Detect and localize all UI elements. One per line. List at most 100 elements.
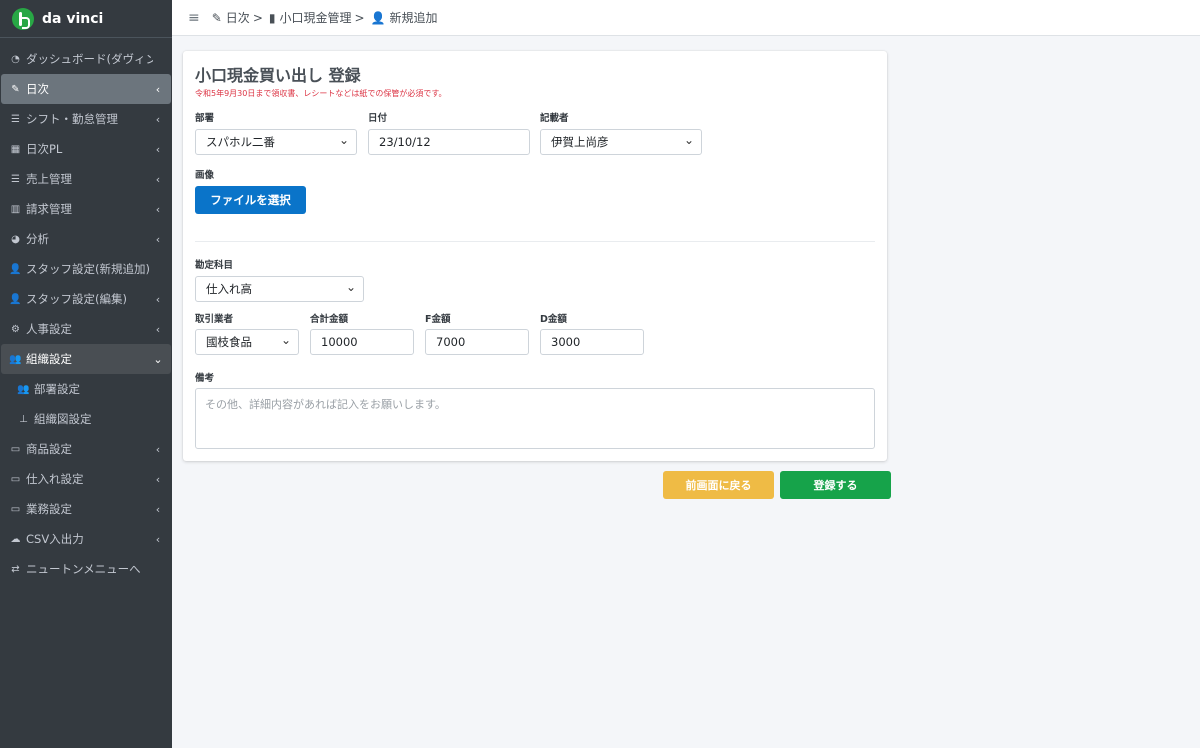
sidebar-item-daily[interactable]: ✎ 日次 ‹ [1, 74, 171, 104]
submit-button[interactable]: 登録する [780, 471, 891, 499]
chevron-left-icon: ‹ [155, 322, 161, 336]
date-label: 日付 [368, 113, 388, 124]
remarks-textarea[interactable]: その他、詳細内容があれば記入をお願いします。 [195, 388, 875, 449]
sidebar-item-staff-edit[interactable]: 👤 スタッフ設定(編集) ‹ [1, 284, 171, 314]
f-amount-input[interactable]: 7000 [425, 329, 529, 355]
account-select[interactable]: 仕入れ高 [195, 276, 364, 302]
chevron-left-icon: ‹ [155, 202, 161, 216]
sidebar-item-billing[interactable]: ▥ 請求管理 ‹ [1, 194, 171, 224]
breadcrumb-item-petty-cash[interactable]: 小口現金管理 [279, 9, 351, 26]
sidebar-item-label: 請求管理 [26, 202, 72, 216]
section-divider [195, 241, 875, 242]
list-icon: ☰ [11, 113, 20, 125]
remarks-label: 備考 [195, 373, 215, 384]
d-amount-label: D金額 [540, 314, 567, 325]
sidebar-item-label: 仕入れ設定 [26, 472, 84, 486]
account-label: 勘定科目 [195, 260, 234, 271]
sidebar-item-hr[interactable]: ⚙ 人事設定 ‹ [1, 314, 171, 344]
dashboard-icon: ◔ [11, 53, 20, 65]
writer-select[interactable]: 伊賀上尚彦 [540, 129, 702, 155]
file-icon: ▮ [268, 10, 276, 25]
sidebar-item-staff-new[interactable]: 👤 スタッフ設定(新規追加) [1, 254, 171, 284]
sidebar-item-sales[interactable]: ☰ 売上管理 ‹ [1, 164, 171, 194]
sidebar-item-label: シフト・勤怠管理 [26, 112, 118, 126]
chevron-left-icon: ‹ [155, 292, 161, 306]
chevron-down-icon: ⌄ [153, 352, 163, 366]
chevron-left-icon: ‹ [155, 232, 161, 246]
sidebar-item-department[interactable]: 👥 部署設定 [1, 374, 171, 404]
d-amount-value: 3000 [551, 335, 581, 349]
calculator-icon: ▦ [10, 143, 21, 155]
sidebar-item-label: 組織図設定 [34, 412, 92, 426]
sidebar-item-label: 分析 [26, 232, 49, 246]
total-amount-value: 10000 [321, 335, 358, 349]
total-amount-input[interactable]: 10000 [310, 329, 414, 355]
writer-label: 記載者 [540, 113, 569, 124]
chevron-left-icon: ‹ [155, 532, 161, 546]
users-icon: 👥 [17, 383, 30, 395]
brand[interactable]: da vinci [0, 0, 172, 38]
list-icon: ☰ [11, 173, 20, 185]
sidebar-item-dashboard[interactable]: ◔ ダッシュボード(ダヴィンチ) [1, 44, 171, 74]
sidebar-nav: ◔ ダッシュボード(ダヴィンチ) ✎ 日次 ‹ ☰ シフト・勤怠管理 ‹ ▦ 日次PL ‹ ☰… [0, 38, 172, 584]
f-amount-value: 7000 [436, 335, 466, 349]
breadcrumb-separator: > [252, 10, 263, 25]
user-edit-icon: 👤 [9, 293, 22, 305]
user-plus-icon: 👤 [9, 263, 22, 275]
date-value: 23/10/12 [379, 135, 431, 149]
sidebar-item-daily-pl[interactable]: ▦ 日次PL ‹ [1, 134, 171, 164]
calendar-icon: ▥ [10, 203, 21, 215]
d-amount-input[interactable]: 3000 [540, 329, 644, 355]
pie-chart-icon: ◕ [11, 233, 20, 245]
account-value: 仕入れ高 [206, 282, 252, 296]
page-title: 小口現金買い出し 登録 [195, 66, 361, 85]
hamburger-menu-icon[interactable]: ≡ [188, 10, 200, 26]
chevron-left-icon: ‹ [155, 142, 161, 156]
sidebar-item-label: 売上管理 [26, 172, 72, 186]
breadcrumb-item-new: 新規追加 [389, 11, 438, 25]
sidebar-item-label: スタッフ設定(新規追加) [26, 262, 150, 276]
store-icon: ▭ [10, 443, 21, 455]
sidebar-item-csv[interactable]: ☁ CSV入出力 ‹ [1, 524, 171, 554]
sidebar-item-label: 人事設定 [26, 322, 72, 336]
sitemap-icon: ⊥ [19, 413, 28, 425]
sidebar-item-label: ダッシュボード(ダヴィンチ) [26, 52, 153, 66]
sidebar-item-organization[interactable]: 👥 組織設定 ⌄ [1, 344, 171, 374]
store-icon: ▭ [10, 473, 21, 485]
sidebar-item-label: 商品設定 [26, 442, 72, 456]
image-label: 画像 [195, 170, 215, 181]
brand-logo-icon [12, 7, 34, 30]
vendor-select[interactable]: 國枝食品 [195, 329, 299, 355]
sidebar-item-newton-menu[interactable]: ⇄ ニュートンメニューへ [1, 554, 171, 584]
sidebar-item-label: ニュートンメニューへ [26, 562, 141, 576]
sidebar-item-analysis[interactable]: ◕ 分析 ‹ [1, 224, 171, 254]
sidebar-item-label: CSV入出力 [26, 532, 84, 546]
sidebar-item-org-chart[interactable]: ⊥ 組織図設定 [1, 404, 171, 434]
sidebar-item-product[interactable]: ▭ 商品設定 ‹ [1, 434, 171, 464]
registration-form-card: 小口現金買い出し 登録 令和5年9月30日まで領収書、レシートなどは紙での保管が… [183, 51, 887, 461]
edit-icon: ✎ [11, 83, 20, 95]
gear-icon: ⚙ [11, 323, 20, 335]
total-amount-label: 合計金額 [310, 314, 349, 325]
sidebar-item-purchase[interactable]: ▭ 仕入れ設定 ‹ [1, 464, 171, 494]
back-button[interactable]: 前画面に戻る [663, 471, 774, 499]
edit-icon: ✎ [211, 10, 222, 25]
writer-value: 伊賀上尚彦 [551, 135, 609, 149]
sidebar-item-label: 日次 [26, 82, 49, 96]
department-select[interactable]: スパホル二番 [195, 129, 357, 155]
breadcrumb-separator: > [354, 10, 365, 25]
choose-file-button[interactable]: ファイルを選択 [195, 186, 306, 214]
breadcrumb: ✎ 日次 > ▮ 小口現金管理 > 👤 新規追加 [212, 9, 438, 26]
sidebar-item-label: 業務設定 [26, 502, 72, 516]
users-icon: 👥 [9, 353, 22, 365]
store-icon: ▭ [10, 503, 21, 515]
sidebar: da vinci ◔ ダッシュボード(ダヴィンチ) ✎ 日次 ‹ ☰ シフト・勤怠管理 ‹… [0, 0, 172, 748]
chevron-left-icon: ‹ [155, 442, 161, 456]
chevron-left-icon: ‹ [155, 472, 161, 486]
sidebar-item-shift[interactable]: ☰ シフト・勤怠管理 ‹ [1, 104, 171, 134]
breadcrumb-item-daily[interactable]: 日次 [226, 9, 250, 26]
sidebar-item-business[interactable]: ▭ 業務設定 ‹ [1, 494, 171, 524]
department-label: 部署 [195, 113, 215, 124]
date-input[interactable]: 23/10/12 [368, 129, 530, 155]
f-amount-label: F金額 [425, 314, 451, 325]
